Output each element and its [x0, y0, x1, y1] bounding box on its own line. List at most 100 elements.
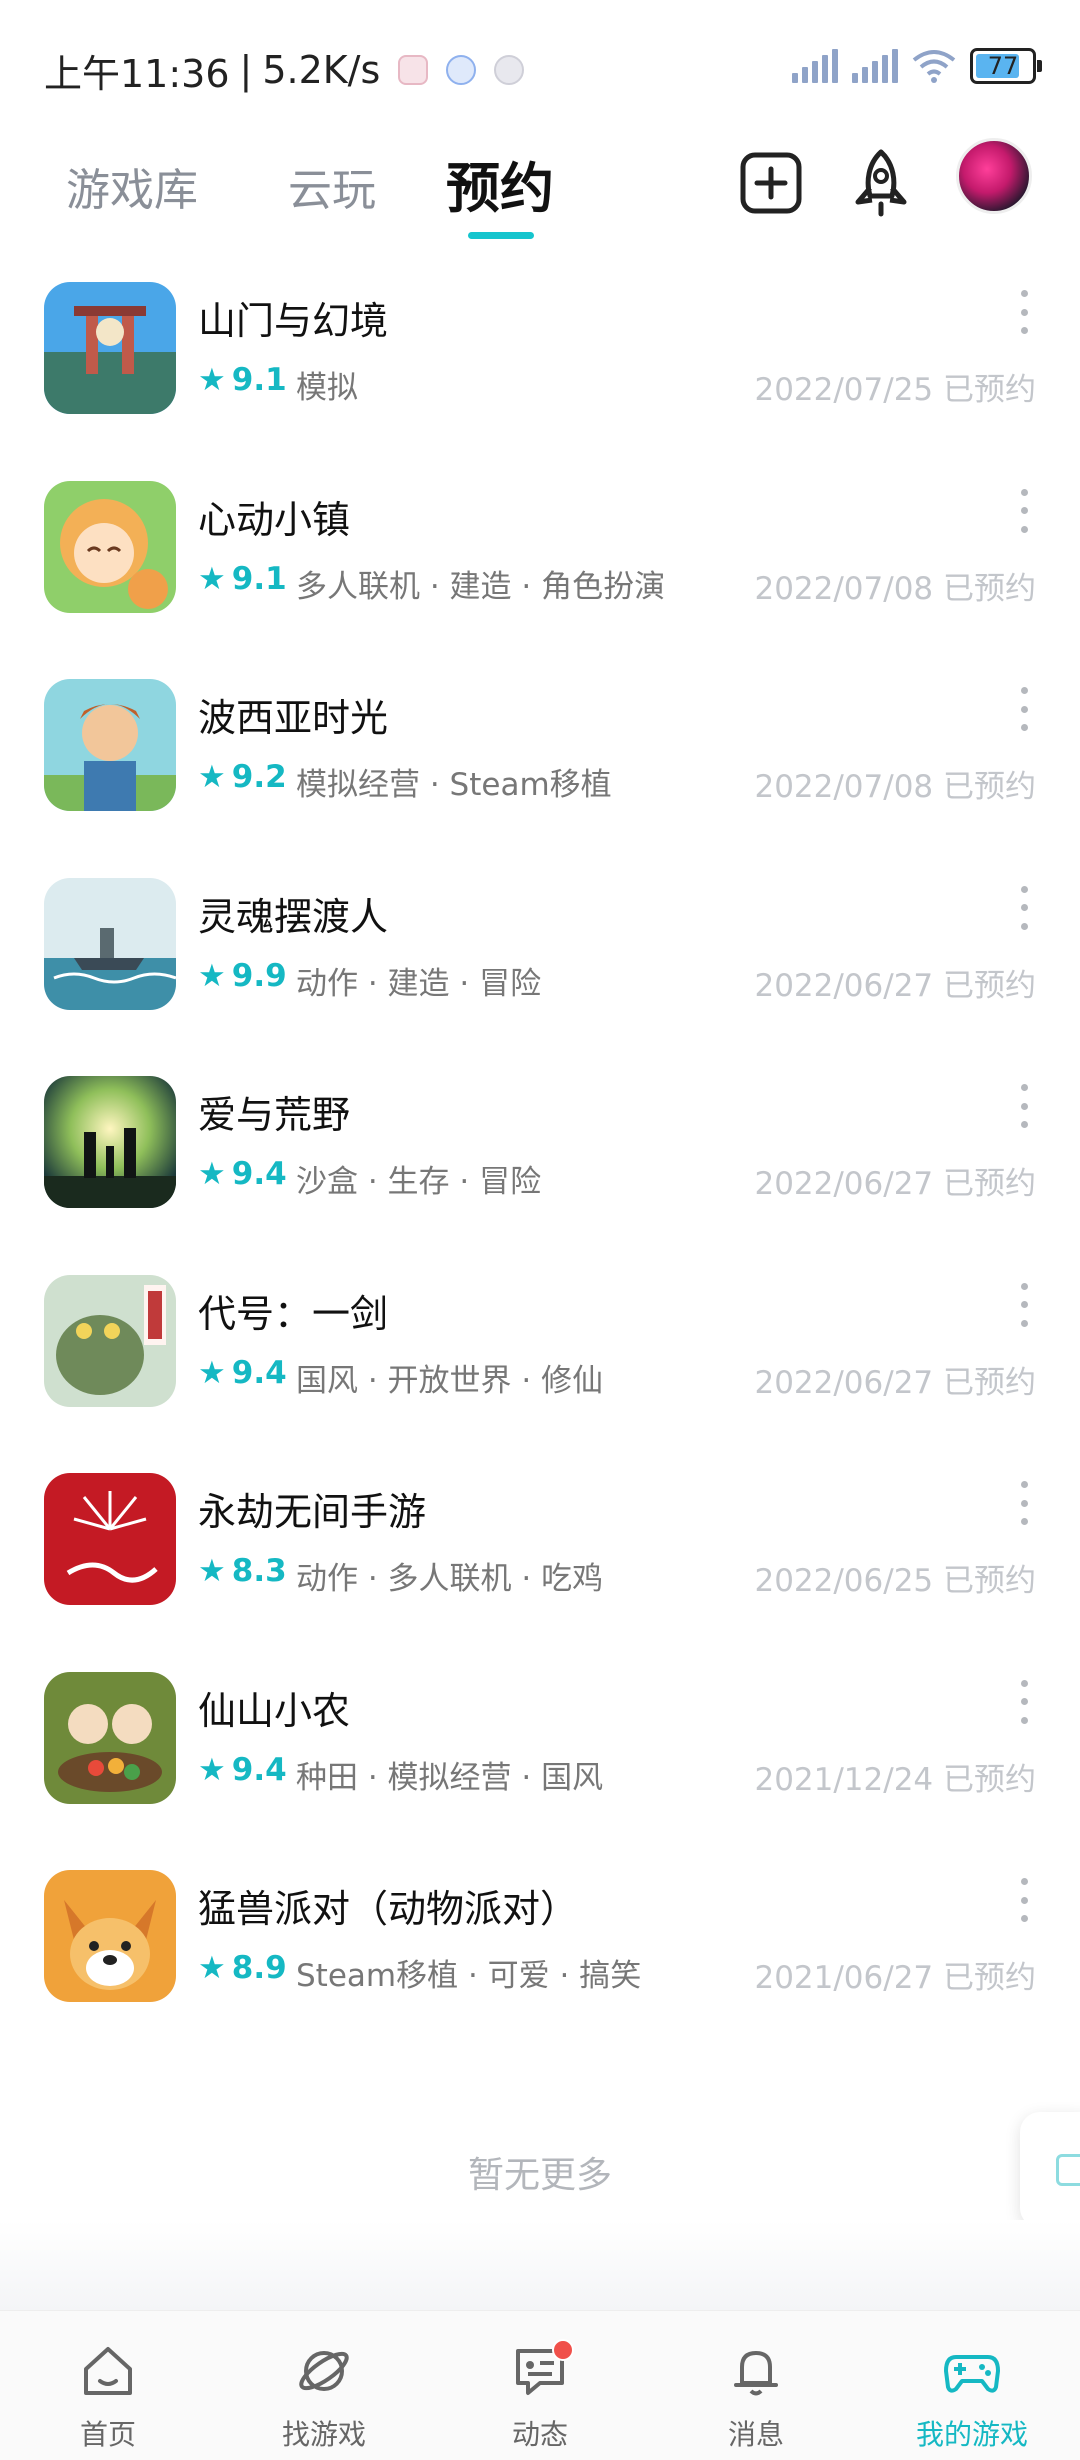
nav-label: 消息 [727, 2418, 784, 2451]
game-rating: ★ 8.3 [198, 1553, 287, 1589]
signal-icon-2 [852, 49, 898, 83]
more-options-button[interactable] [1018, 687, 1030, 731]
more-options-button[interactable] [1018, 1084, 1030, 1128]
list-item[interactable]: 永劫无间手游 ★ 8.3 动作 · 多人联机 · 吃鸡 2022/06/25 已预… [0, 1467, 1080, 1666]
list-item[interactable]: 波西亚时光 ★ 9.2 模拟经营 · Steam移植 2022/07/08 已预约 [0, 673, 1080, 872]
reservation-date: 2022/06/27 已预约 [754, 1364, 1036, 1401]
game-title: 心动小镇 [198, 497, 351, 542]
add-game-button[interactable] [732, 144, 810, 222]
floating-widget-button[interactable] [1020, 2112, 1080, 2228]
star-icon: ★ [198, 1156, 226, 1192]
tab-reservations[interactable]: 预约 [446, 144, 554, 223]
game-tags: Steam移植 · 可爱 · 搞笑 [296, 1958, 642, 1994]
star-icon: ★ [198, 1553, 226, 1589]
list-item[interactable]: 心动小镇 ★ 9.1 多人联机 · 建造 · 角色扮演 2022/07/08 已预… [0, 475, 1080, 674]
game-icon-yijian [44, 1274, 176, 1407]
game-rating: ★ 9.4 [198, 1354, 287, 1391]
reservation-date: 2022/07/08 已预约 [754, 570, 1036, 607]
nav-label: 首页 [79, 2418, 136, 2451]
sync-notification-icon [494, 55, 525, 85]
status-right: 77 [792, 48, 1042, 84]
nav-find-games[interactable]: 找游戏 [216, 2311, 432, 2460]
reservation-date: 2022/07/25 已预约 [754, 372, 1036, 408]
list-item[interactable]: 代号：一剑 ★ 9.4 国风 · 开放世界 · 修仙 2022/06/27 已预约 [0, 1269, 1080, 1468]
game-tags: 国风 · 开放世界 · 修仙 [296, 1362, 604, 1399]
game-icon-spiritfarer [44, 877, 176, 1010]
game-title: 山门与幻境 [198, 299, 389, 343]
game-tags: 动作 · 建造 · 冒险 [296, 965, 542, 1002]
nav-label: 我的游戏 [915, 2418, 1028, 2451]
game-icon-xindong [44, 480, 176, 613]
nav-messages[interactable]: 消息 [648, 2311, 864, 2460]
star-icon: ★ [198, 1751, 226, 1788]
game-rating: ★ 9.1 [198, 362, 287, 398]
game-title: 猛兽派对（动物派对） [198, 1887, 579, 1931]
game-rating: ★ 9.4 [198, 1751, 287, 1788]
speed-up-button[interactable] [842, 144, 920, 222]
list-item[interactable]: 仙山小农 ★ 9.4 种田 · 模拟经营 · 国风 2021/12/24 已预约 [0, 1666, 1080, 1865]
app-notification-icon [446, 55, 477, 85]
game-icon-naraka [44, 1473, 176, 1605]
status-separator: | [239, 48, 253, 92]
game-rating: ★ 9.9 [198, 957, 287, 994]
game-title: 仙山小农 [198, 1688, 351, 1733]
game-icon-shanmen [44, 282, 176, 414]
planet-icon [299, 2351, 349, 2391]
more-options-button[interactable] [1018, 1282, 1030, 1327]
game-tags: 动作 · 多人联机 · 吃鸡 [296, 1561, 604, 1597]
list-item[interactable]: 山门与幻境 ★ 9.1 模拟 2022/07/25 已预约 [0, 276, 1080, 475]
reservation-date: 2022/06/27 已预约 [754, 1166, 1036, 1202]
user-avatar[interactable] [956, 138, 1032, 214]
more-options-button[interactable] [1018, 290, 1030, 334]
more-options-button[interactable] [1018, 488, 1030, 533]
tab-active-indicator [468, 232, 534, 239]
star-icon: ★ [198, 362, 226, 398]
bottom-fade [0, 2220, 1080, 2310]
reservation-date: 2021/06/27 已预约 [754, 1960, 1036, 1996]
game-tags: 沙盒 · 生存 · 冒险 [296, 1164, 542, 1200]
rocket-icon [855, 149, 907, 217]
nav-label: 找游戏 [281, 2418, 366, 2451]
game-rating: ★ 9.1 [198, 560, 287, 597]
bottom-nav: 首页 找游戏 动态 消息 我的游戏 [0, 2310, 1080, 2460]
game-icon-party [44, 1870, 176, 2002]
game-icon-portia [44, 679, 176, 811]
status-bar: 上午11:36 | 5.2K/s 77 [0, 0, 1080, 130]
game-rating: ★ 9.4 [198, 1156, 287, 1192]
reservation-date: 2022/06/27 已预约 [754, 967, 1036, 1004]
wifi-icon [912, 50, 956, 83]
nav-feed[interactable]: 动态 [432, 2311, 648, 2460]
game-title: 爱与荒野 [198, 1093, 351, 1137]
more-options-button[interactable] [1018, 1481, 1030, 1525]
notification-badge [552, 2339, 574, 2361]
list-item[interactable]: 爱与荒野 ★ 9.4 沙盒 · 生存 · 冒险 2022/06/27 已预约 [0, 1070, 1080, 1269]
status-left: 上午11:36 | 5.2K/s [44, 44, 525, 96]
star-icon: ★ [198, 759, 226, 795]
tab-game-library[interactable]: 游戏库 [66, 154, 198, 218]
nav-home[interactable]: 首页 [0, 2311, 216, 2460]
shield-notification-icon [398, 55, 429, 85]
game-title: 波西亚时光 [198, 696, 389, 740]
game-tags: 模拟经营 · Steam移植 [296, 767, 612, 803]
battery-icon: 77 [970, 48, 1042, 84]
star-icon: ★ [198, 1354, 226, 1391]
status-time: 上午11:36 [44, 51, 230, 96]
net-speed: 5.2K/s [262, 48, 381, 92]
tab-cloud-play[interactable]: 云玩 [288, 154, 376, 218]
list-item[interactable]: 猛兽派对（动物派对） ★ 8.9 Steam移植 · 可爱 · 搞笑 2021/0… [0, 1864, 1080, 2063]
star-icon: ★ [198, 560, 226, 597]
game-title: 灵魂摆渡人 [198, 894, 389, 939]
nav-my-games[interactable]: 我的游戏 [864, 2311, 1080, 2460]
star-icon: ★ [198, 1950, 226, 1986]
more-options-button[interactable] [1018, 1679, 1030, 1724]
signal-icon [792, 49, 838, 83]
game-icon-wild [44, 1076, 176, 1208]
game-rating: ★ 8.9 [198, 1950, 287, 1986]
game-tags: 多人联机 · 建造 · 角色扮演 [296, 568, 666, 605]
gamepad-icon [944, 2355, 1000, 2393]
more-options-button[interactable] [1018, 1878, 1030, 1922]
home-icon [84, 2347, 132, 2395]
more-options-button[interactable] [1018, 885, 1030, 930]
list-item[interactable]: 灵魂摆渡人 ★ 9.9 动作 · 建造 · 冒险 2022/06/27 已预约 [0, 872, 1080, 1071]
game-tags: 种田 · 模拟经营 · 国风 [296, 1759, 604, 1796]
